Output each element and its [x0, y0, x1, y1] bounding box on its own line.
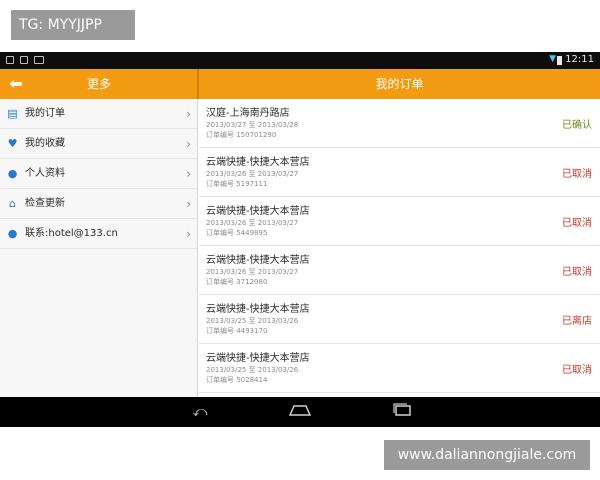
sidebar-item-profile[interactable]: ● 个人资料 › — [0, 159, 197, 189]
user-icon: ● — [7, 167, 18, 180]
order-number: 订单编号 3712080 — [206, 278, 268, 286]
recents-shape — [393, 403, 411, 416]
stay-dates: 2013/03/25 至 2013/03/26 — [206, 366, 299, 374]
status-badge: 已取消 — [562, 169, 592, 180]
order-number: 订单编号 4493170 — [206, 327, 268, 335]
chevron-right-icon: › — [186, 107, 191, 121]
chevron-right-icon: › — [186, 137, 191, 151]
notification-icon — [20, 56, 28, 64]
watermark-tag: TG: MYYJJPP — [11, 10, 135, 40]
sidebar-item-favorites[interactable]: ♥ 我的收藏 › — [0, 129, 197, 159]
stay-dates: 2013/03/26 至 2013/03/27 — [206, 219, 299, 227]
order-number: 订单编号 5028414 — [206, 376, 268, 384]
order-number: 订单编号 5197111 — [206, 180, 268, 188]
chat-icon: ● — [7, 227, 18, 240]
battery-icon — [557, 56, 562, 65]
list-item[interactable]: 云端快捷-快捷大本营店 2013/03/26 至 2013/03/27 订单编号… — [199, 148, 600, 197]
home-nav-shape — [288, 405, 312, 416]
back-arrow-icon[interactable]: ⬅ — [0, 69, 32, 99]
wifi-icon: ▼ — [549, 54, 556, 64]
status-badge: 已取消 — [562, 218, 592, 229]
sidebar-item-my-orders[interactable]: ▤ 我的订单 › — [0, 99, 197, 129]
sidebar-item-label: 我的订单 — [25, 108, 65, 119]
status-badge: 已离店 — [562, 316, 592, 327]
order-number: 订单编号 5449895 — [206, 229, 268, 237]
status-badge: 已确认 — [562, 120, 592, 131]
sidebar-item-label: 个人资料 — [25, 168, 65, 179]
chevron-right-icon: › — [186, 197, 191, 211]
sidebar-item-label: 检查更新 — [25, 198, 65, 209]
chevron-right-icon: › — [186, 167, 191, 181]
sidebar-menu: ▤ 我的订单 › ♥ 我的收藏 › ● 个人资料 › ⌂ 检查更新 › ● 联系… — [0, 99, 198, 397]
sidebar-item-check-update[interactable]: ⌂ 检查更新 › — [0, 189, 197, 219]
stay-dates: 2013/03/26 至 2013/03/27 — [206, 170, 299, 178]
list-item[interactable]: 云端快捷-快捷大本营店 2013/03/25 至 2013/03/26 订单编号… — [199, 295, 600, 344]
hotel-name: 云端快捷-快捷大本营店 — [206, 157, 310, 168]
notification-icon — [34, 56, 44, 64]
nav-bar: ⤺ — [0, 397, 600, 427]
back-icon[interactable]: ⤺ — [188, 403, 212, 421]
order-list-icon: ▤ — [7, 107, 18, 120]
status-badge: 已取消 — [562, 365, 592, 376]
page-title: 我的订单 — [375, 77, 424, 91]
home-nav-icon[interactable] — [288, 403, 312, 421]
hotel-name: 云端快捷-快捷大本营店 — [206, 304, 310, 315]
sidebar-item-contact[interactable]: ● 联系:hotel@133.cn › — [0, 219, 197, 249]
heart-icon: ♥ — [7, 137, 18, 150]
home-icon: ⌂ — [9, 197, 16, 210]
list-item[interactable]: 汉庭-上海南丹路店 2013/03/27 至 2013/03/28 订单编号 1… — [199, 99, 600, 148]
hotel-name: 云端快捷-快捷大本营店 — [206, 206, 310, 217]
clock: 12:11 — [565, 54, 594, 65]
order-list: 汉庭-上海南丹路店 2013/03/27 至 2013/03/28 订单编号 1… — [199, 99, 600, 397]
app-bar: ⬅ 更多 我的订单 — [0, 69, 600, 99]
list-item[interactable]: 云端快捷-快捷大本营店 2013/03/26 至 2013/03/27 订单编号… — [199, 197, 600, 246]
hotel-name: 云端快捷-快捷大本营店 — [206, 353, 310, 364]
list-item[interactable]: 云端快捷-快捷大本营店 2013/03/25 至 2013/03/26 订单编号… — [199, 344, 600, 393]
watermark-url: www.daliannongjiale.com — [384, 440, 590, 470]
hotel-name: 汉庭-上海南丹路店 — [206, 108, 290, 119]
sidebar-item-label: 联系:hotel@133.cn — [25, 228, 118, 239]
left-panel-title: 更多 — [86, 77, 111, 91]
recents-icon[interactable] — [390, 403, 414, 421]
status-bar: ▼ 12:11 — [0, 52, 600, 69]
hotel-name: 云端快捷-快捷大本营店 — [206, 255, 310, 266]
stay-dates: 2013/03/27 至 2013/03/28 — [206, 121, 299, 129]
status-badge: 已取消 — [562, 267, 592, 278]
list-item[interactable]: 云端快捷-快捷大本营店 2013/03/26 至 2013/03/27 订单编号… — [199, 246, 600, 295]
notification-icon — [6, 56, 14, 64]
order-number: 订单编号 150701290 — [206, 131, 277, 139]
stay-dates: 2013/03/25 至 2013/03/26 — [206, 317, 299, 325]
sidebar-item-label: 我的收藏 — [25, 138, 65, 149]
chevron-right-icon: › — [186, 227, 191, 241]
stay-dates: 2013/03/26 至 2013/03/27 — [206, 268, 299, 276]
